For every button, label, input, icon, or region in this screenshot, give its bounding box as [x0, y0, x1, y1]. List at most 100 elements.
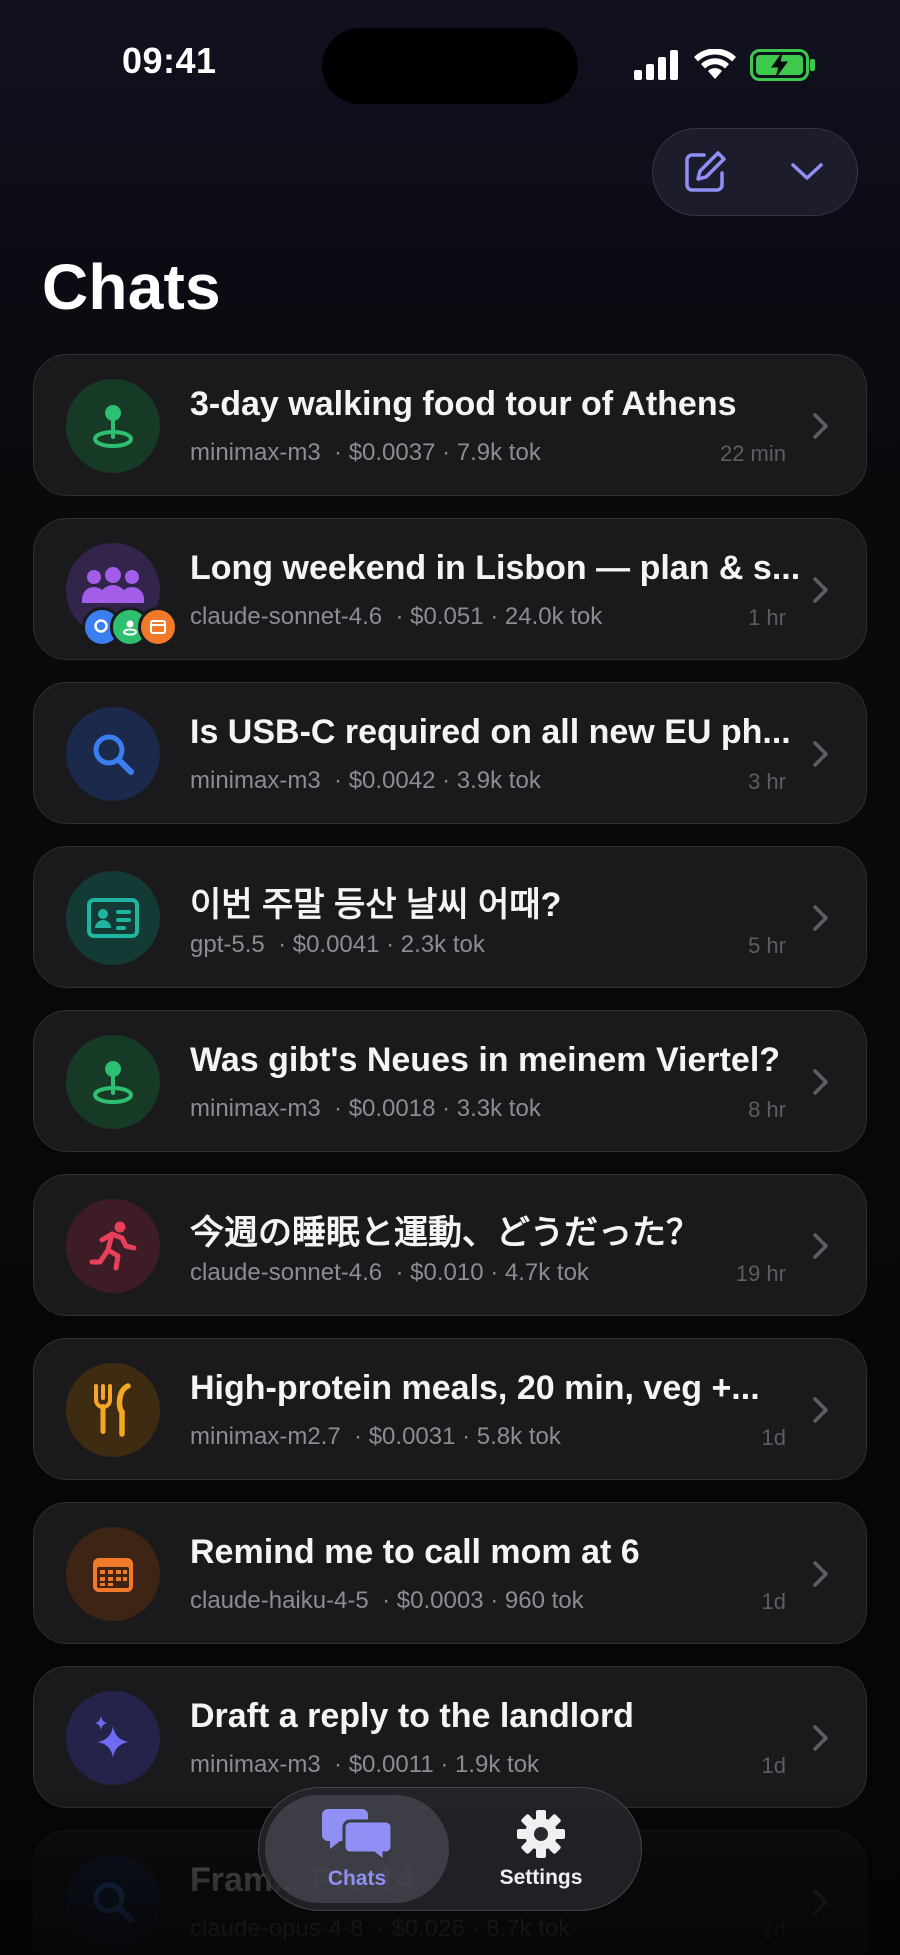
sparkles-icon	[95, 1716, 129, 1758]
chat-time: 1d	[761, 1425, 786, 1450]
chat-model: minimax-m2.7	[190, 1423, 341, 1450]
chevron-right-icon	[813, 1561, 828, 1587]
chat-model: claude-sonnet-4.6	[190, 1259, 383, 1286]
chat-model: minimax-m3	[190, 1095, 321, 1122]
cellular-signal-icon	[634, 50, 678, 80]
chat-meta: minimax-m3 · $0.0042 · 3.9k tok	[190, 767, 690, 795]
chat-model: minimax-m3	[190, 767, 321, 794]
chat-meta: minimax-m3 · $0.0011 · 1.9k tok	[190, 1751, 690, 1779]
chevron-right-icon	[813, 905, 828, 931]
chat-time: 1d	[761, 1753, 786, 1778]
chat-time: 8 hr	[748, 1097, 786, 1122]
chat-model: claude-opus-4-8	[190, 1915, 364, 1942]
tab-label: Chats	[327, 1867, 387, 1890]
chat-avatar	[66, 1363, 160, 1457]
chat-row[interactable]: Was gibt's Neues in meinem Viertel? mini…	[33, 1010, 867, 1152]
running-icon	[89, 1221, 137, 1271]
chat-time: 3 hr	[748, 769, 786, 794]
chat-avatar	[66, 1035, 160, 1129]
chat-avatar	[66, 1199, 160, 1293]
tab-label: Settings	[499, 1866, 583, 1889]
chat-time: 2d	[761, 1917, 786, 1942]
chevron-right-icon	[813, 741, 828, 767]
chat-meta: minimax-m3 · $0.0037 · 7.9k tok	[190, 439, 690, 467]
chevron-right-icon	[813, 1233, 828, 1259]
dynamic-island	[322, 28, 578, 104]
chat-title: Was gibt's Neues in meinem Viertel?	[190, 1041, 781, 1079]
chat-meta: claude-haiku-4-5 · $0.0003 · 960 tok	[190, 1587, 690, 1615]
chat-title: 이번 주말 등산 날씨 어때?	[190, 886, 562, 924]
chevron-right-icon	[813, 577, 828, 603]
status-icons	[634, 48, 816, 82]
chevron-right-icon	[813, 413, 828, 439]
attached-tools	[82, 607, 178, 647]
chat-avatar	[66, 379, 160, 473]
chat-stats: · $0.0018 · 3.3k tok	[334, 1095, 541, 1122]
chevron-right-icon	[813, 1397, 828, 1423]
chat-bubbles-icon	[322, 1809, 392, 1861]
header-actions	[652, 128, 858, 216]
chat-time: 1d	[761, 1589, 786, 1614]
gear-icon	[517, 1810, 565, 1858]
tab-settings[interactable]: Settings	[449, 1795, 633, 1903]
chat-model: minimax-m3	[190, 1751, 321, 1778]
status-time: 09:41	[122, 40, 217, 81]
chat-row[interactable]: 3-day walking food tour of Athens minima…	[33, 354, 867, 496]
chat-time: 19 hr	[735, 1261, 786, 1286]
chevron-right-icon	[813, 1069, 828, 1095]
chat-title: High-protein meals, 20 min, veg +...	[190, 1369, 760, 1407]
chat-model: claude-haiku-4-5	[190, 1587, 369, 1614]
chat-meta: gpt-5.5 · $0.0041 · 2.3k tok	[190, 931, 690, 959]
chat-title: Long weekend in Lisbon — plan & s...	[190, 549, 801, 587]
chat-title: Draft a reply to the landlord	[190, 1697, 634, 1735]
chat-avatar	[66, 1691, 160, 1785]
chat-stats: · $0.0003 · 960 tok	[382, 1587, 584, 1614]
tab-chats[interactable]: Chats	[265, 1795, 449, 1903]
chat-row[interactable]: Remind me to call mom at 6 claude-haiku-…	[33, 1502, 867, 1644]
chat-time: 5 hr	[748, 933, 786, 958]
chat-row[interactable]: 今週の睡眠と運動、どうだった？ claude-sonnet-4.6 · $0.0…	[33, 1174, 867, 1316]
chat-title: 3-day walking food tour of Athens	[190, 385, 737, 423]
chat-stats: · $0.0041 · 2.3k tok	[278, 931, 485, 958]
search-icon	[93, 734, 134, 775]
calendar-badge-icon	[138, 607, 178, 647]
search-icon	[93, 1882, 134, 1923]
calendar-icon	[93, 1558, 133, 1592]
chat-row[interactable]: High-protein meals, 20 min, veg +... min…	[33, 1338, 867, 1480]
wifi-icon	[694, 49, 736, 79]
id-card-icon	[87, 898, 139, 938]
chevron-right-icon	[813, 1725, 828, 1751]
map-pin-icon	[93, 1061, 133, 1104]
map-pin-icon	[93, 405, 133, 448]
chat-avatar	[66, 1855, 160, 1949]
compose-button[interactable]	[681, 148, 729, 196]
chat-time: 22 min	[719, 441, 786, 466]
fork-knife-icon	[94, 1383, 131, 1437]
chat-row[interactable]: Is USB-C required on all new EU ph... mi…	[33, 682, 867, 824]
page-title: Chats	[42, 251, 221, 323]
chat-stats: · $0.026 · 8.7k tok	[376, 1915, 571, 1942]
chat-meta: minimax-m2.7 · $0.0031 · 5.8k tok	[190, 1423, 690, 1451]
chat-model: gpt-5.5	[190, 931, 265, 958]
chat-meta: minimax-m3 · $0.0018 · 3.3k tok	[190, 1095, 690, 1123]
chat-stats: · $0.051 · 24.0k tok	[395, 603, 603, 630]
chat-title: 今週の睡眠と運動、どうだった？	[190, 1214, 700, 1252]
menu-dropdown-button[interactable]	[783, 148, 831, 196]
chevron-down-icon	[791, 163, 823, 180]
chats-screen: 09:41 Chats 3-day walking food tour of A…	[0, 0, 900, 1955]
chat-meta: claude-opus-4-8 · $0.026 · 8.7k tok	[190, 1915, 690, 1943]
chat-stats: · $0.0037 · 7.9k tok	[334, 439, 541, 466]
chat-list: 3-day walking food tour of Athens minima…	[33, 354, 867, 1955]
chat-stats: · $0.0031 · 5.8k tok	[354, 1423, 561, 1450]
chat-model: claude-sonnet-4.6	[190, 603, 383, 630]
chat-title: Is USB-C required on all new EU ph...	[190, 713, 791, 751]
chat-stats: · $0.010 · 4.7k tok	[395, 1259, 589, 1286]
chat-row[interactable]: Long weekend in Lisbon — plan & s... cla…	[33, 518, 867, 660]
tab-bar: Chats Settings	[258, 1787, 642, 1911]
chevron-right-icon	[813, 1889, 828, 1915]
chat-avatar	[66, 707, 160, 801]
chat-meta: claude-sonnet-4.6 · $0.051 · 24.0k tok	[190, 603, 690, 631]
chat-meta: claude-sonnet-4.6 · $0.010 · 4.7k tok	[190, 1259, 690, 1287]
chat-stats: · $0.0042 · 3.9k tok	[334, 767, 541, 794]
chat-row[interactable]: 이번 주말 등산 날씨 어때? gpt-5.5 · $0.0041 · 2.3k…	[33, 846, 867, 988]
